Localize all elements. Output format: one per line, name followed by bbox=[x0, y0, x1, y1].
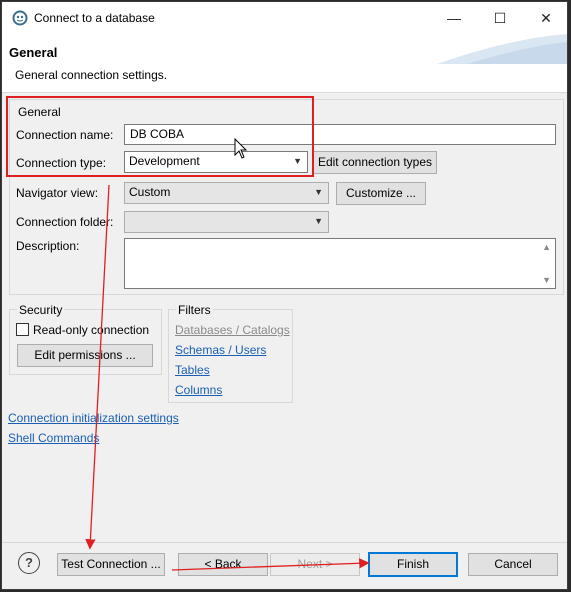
dbeaver-app-icon bbox=[12, 10, 28, 26]
maximize-button[interactable]: ☐ bbox=[477, 2, 523, 34]
description-label: Description: bbox=[16, 239, 80, 253]
read-only-label: Read-only connection bbox=[33, 323, 150, 337]
next-button[interactable]: Next > bbox=[270, 553, 360, 576]
connection-folder-select[interactable]: ▼ bbox=[124, 211, 329, 233]
minimize-button[interactable]: — bbox=[431, 2, 477, 34]
page-title: General bbox=[9, 45, 58, 60]
shell-commands-link[interactable]: Shell Commands bbox=[8, 431, 99, 445]
footer-divider bbox=[2, 542, 567, 543]
customize-button[interactable]: Customize ... bbox=[336, 182, 426, 205]
filters-group-label: Filters bbox=[176, 303, 213, 317]
cancel-button[interactable]: Cancel bbox=[468, 553, 558, 576]
connect-database-dialog: Connect to a database — ☐ ✕ General Gene… bbox=[1, 1, 568, 590]
security-group-label: Security bbox=[17, 303, 65, 317]
scroll-up-icon[interactable]: ▲ bbox=[542, 242, 551, 252]
wizard-header: General General connection settings. bbox=[2, 34, 567, 93]
filter-tables-link[interactable]: Tables bbox=[175, 363, 210, 377]
chevron-down-icon: ▼ bbox=[314, 187, 323, 197]
window-title: Connect to a database bbox=[34, 11, 155, 25]
navigator-view-select[interactable]: Custom ▼ bbox=[124, 182, 329, 204]
edit-permissions-button[interactable]: Edit permissions ... bbox=[17, 344, 153, 367]
finish-button[interactable]: Finish bbox=[368, 552, 458, 577]
close-button[interactable]: ✕ bbox=[523, 2, 569, 34]
filter-columns-link[interactable]: Columns bbox=[175, 383, 222, 397]
page-subtitle: General connection settings. bbox=[15, 68, 168, 82]
chevron-down-icon: ▼ bbox=[314, 216, 323, 226]
read-only-checkbox[interactable] bbox=[16, 323, 29, 336]
title-bar: Connect to a database — ☐ ✕ bbox=[2, 2, 567, 34]
maximize-icon: ☐ bbox=[493, 10, 507, 26]
scroll-down-icon[interactable]: ▼ bbox=[542, 275, 551, 285]
annotation-highlight-box bbox=[6, 96, 314, 177]
help-icon[interactable]: ? bbox=[18, 552, 40, 574]
back-button[interactable]: < Back bbox=[178, 553, 268, 576]
header-banner-graphic bbox=[437, 34, 567, 64]
minimize-icon: — bbox=[447, 10, 461, 26]
test-connection-button[interactable]: Test Connection ... bbox=[57, 553, 165, 576]
navigator-view-value: Custom bbox=[129, 185, 171, 199]
test-connection-label: Test Connection ... bbox=[61, 557, 161, 571]
description-textarea[interactable]: ▲ ▼ bbox=[124, 238, 556, 289]
filter-schemas-link[interactable]: Schemas / Users bbox=[175, 343, 266, 357]
edit-connection-types-button[interactable]: Edit connection types bbox=[313, 151, 437, 174]
filter-databases-link[interactable]: Databases / Catalogs bbox=[175, 323, 290, 337]
close-icon: ✕ bbox=[540, 10, 552, 26]
connection-folder-label: Connection folder: bbox=[16, 215, 114, 229]
navigator-view-label: Navigator view: bbox=[16, 186, 99, 200]
connection-init-settings-link[interactable]: Connection initialization settings bbox=[8, 411, 179, 425]
